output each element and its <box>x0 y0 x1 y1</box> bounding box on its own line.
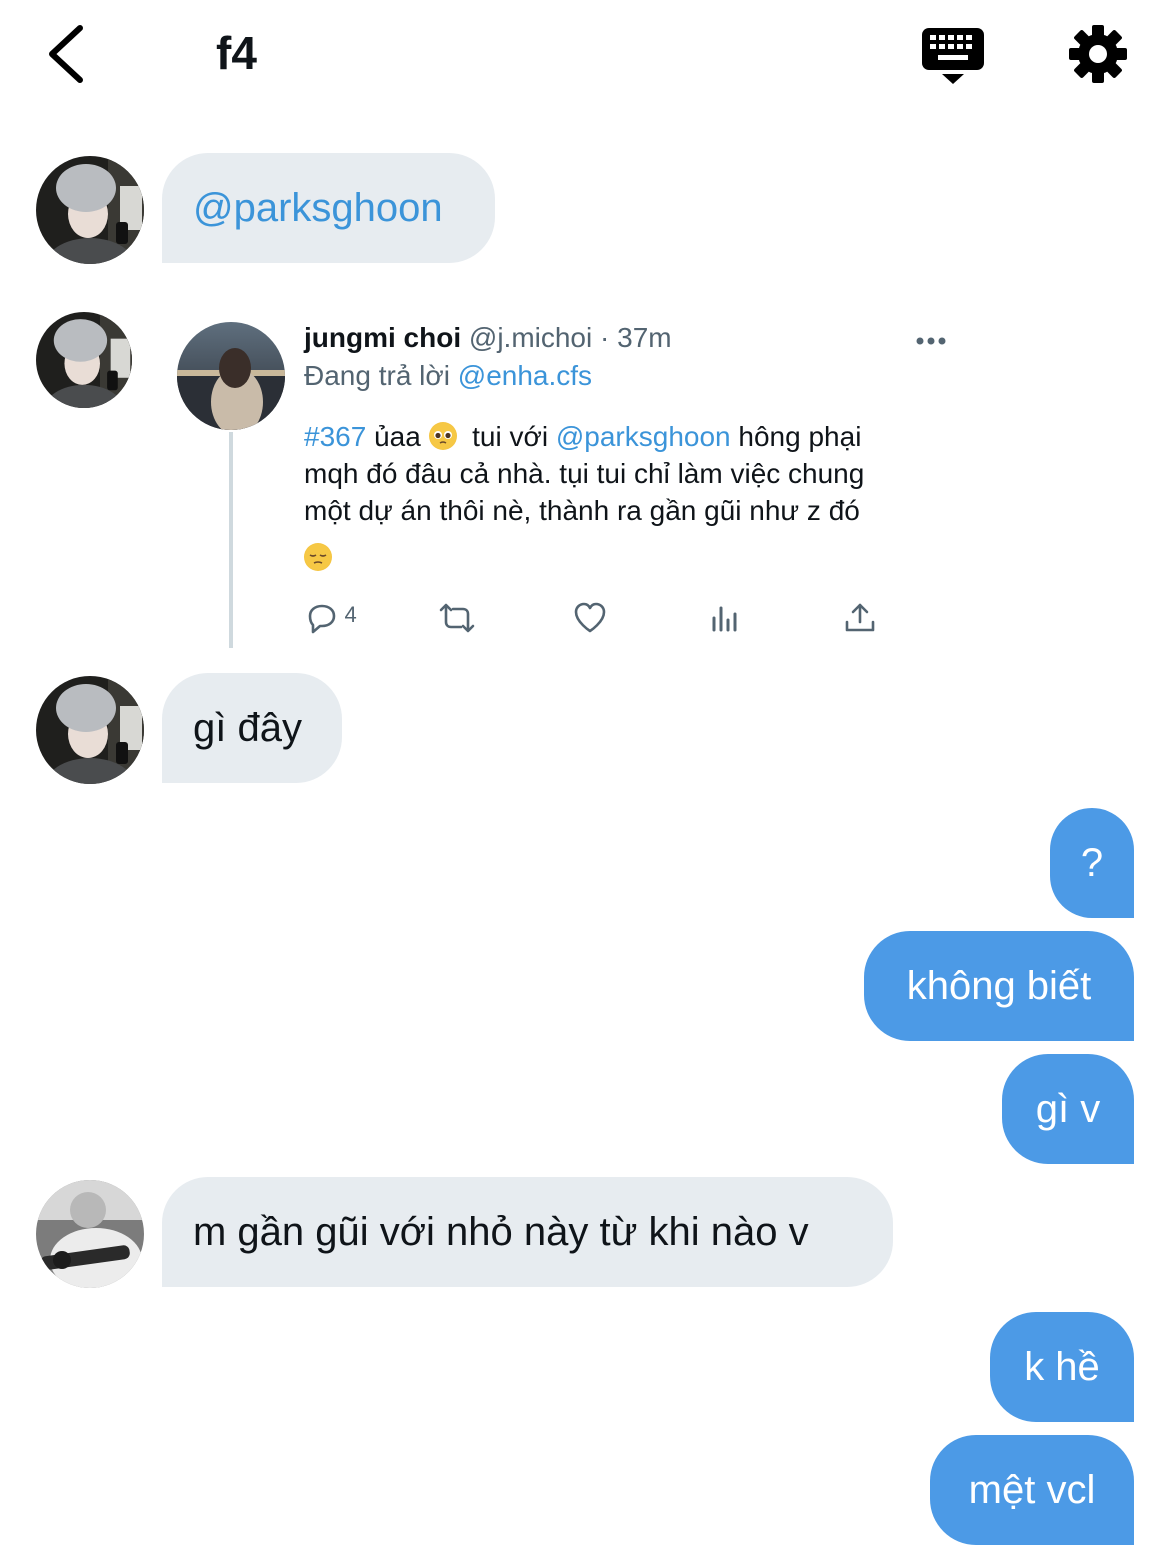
message-bubble[interactable]: không biết <box>864 931 1134 1041</box>
message-bubble[interactable]: gì v <box>1002 1054 1134 1164</box>
tweet-author-name[interactable]: jungmi choi <box>304 322 461 353</box>
settings-button[interactable] <box>1066 22 1130 86</box>
reply-count: 4 <box>344 602 357 628</box>
mention-link[interactable]: @parksghoon <box>556 421 731 452</box>
back-button[interactable] <box>40 22 96 86</box>
chevron-left-icon <box>49 25 83 83</box>
reply-icon <box>308 604 336 634</box>
share-action[interactable] <box>842 600 878 640</box>
keyboard-toggle-button[interactable] <box>918 22 990 90</box>
share-icon <box>845 603 875 632</box>
reply-action[interactable]: 4 <box>304 600 374 640</box>
hashtag-link[interactable]: #367 <box>304 421 366 452</box>
more-horizontal-icon <box>916 337 946 345</box>
mention-link[interactable]: @parksghoon <box>193 186 443 230</box>
replying-to-mention[interactable]: @enha.cfs <box>458 360 592 391</box>
tweet-header: jungmi choi @j.michoi · 37m <box>304 322 672 354</box>
thread-line <box>229 432 233 648</box>
replying-to-label: Đang trả lời <box>304 360 450 391</box>
tweet-text-line: mqh đó đâu cả nhà. tụi tui chỉ làm việc … <box>304 458 865 489</box>
tweet-text-segment: tui với <box>472 421 549 452</box>
tweet-text-segment: hông phại <box>738 421 862 452</box>
pensive-face-emoji <box>304 543 332 571</box>
tweet-author-handle[interactable]: @j.michoi <box>469 322 592 353</box>
replying-to: Đang trả lời @enha.cfs <box>304 360 592 392</box>
avatar[interactable] <box>36 1180 144 1288</box>
retweet-icon <box>439 603 475 633</box>
like-action[interactable] <box>572 600 608 640</box>
tweet-author-avatar[interactable] <box>177 322 285 430</box>
tweet-text: #367 ủaa tui với @parksghoon hông phại m… <box>304 418 954 576</box>
tweet-text-segment: ủaa <box>374 421 421 452</box>
message-bubble[interactable]: ? <box>1050 808 1134 918</box>
conversation-title: f4 <box>216 27 257 79</box>
message-bubble[interactable]: m gần gũi với nhỏ này từ khi nào v <box>162 1177 893 1287</box>
message-bubble[interactable]: @parksghoon <box>162 153 495 263</box>
message-bubble[interactable]: k hề <box>990 1312 1134 1422</box>
keyboard-icon <box>922 28 984 84</box>
tweet-more-button[interactable] <box>916 334 946 348</box>
avatar[interactable] <box>36 156 144 264</box>
analytics-icon <box>712 606 737 632</box>
pleading-face-emoji <box>428 422 457 450</box>
gear-icon <box>1069 25 1127 83</box>
avatar[interactable] <box>36 676 144 784</box>
retweet-action[interactable] <box>437 600 477 640</box>
tweet-text-line: một dự án thôi nè, thành ra gần gũi như … <box>304 495 860 526</box>
avatar[interactable] <box>36 312 132 408</box>
tweet-time: · 37m <box>600 322 672 353</box>
heart-icon <box>574 602 606 633</box>
message-bubble[interactable]: mệt vcl <box>930 1435 1134 1545</box>
views-action[interactable] <box>707 600 743 640</box>
message-bubble[interactable]: gì đây <box>162 673 342 783</box>
